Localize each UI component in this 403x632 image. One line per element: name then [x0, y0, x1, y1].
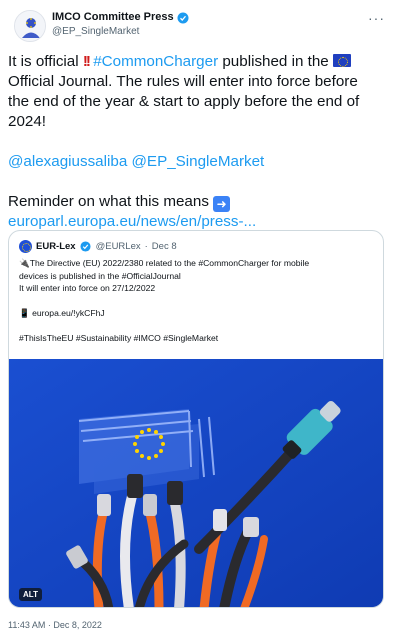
quoted-line3: It will enter into force on 27/12/2022: [19, 283, 156, 293]
author-block: IMCO Committee Press @EP_SingleMarket: [52, 11, 189, 37]
quoted-link[interactable]: europa.eu/!ykCFhJ: [32, 308, 105, 318]
tweet-timestamp[interactable]: 11:43 AM · Dec 8, 2022: [8, 620, 102, 630]
mention-alexagiussaliba[interactable]: @alexagiussaliba: [8, 153, 127, 170]
quoted-tweet[interactable]: EUR-Lex @EURLex · Dec 8 🔌The Directive (…: [8, 230, 384, 608]
plug-icon: 🔌: [19, 258, 30, 268]
tweet-text-line1-post: published in the: [218, 53, 333, 70]
author-name[interactable]: IMCO Committee Press: [52, 11, 174, 23]
reminder-text: Reminder on what this means: [8, 193, 214, 210]
verified-badge-icon: [177, 11, 189, 24]
double-exclamation-icon: !!: [82, 53, 91, 70]
tweet-text-line3: the end of the year & start to apply bef…: [8, 93, 360, 110]
quoted-tweet-header: EUR-Lex @EURLex · Dec 8: [19, 240, 177, 253]
quoted-tweet-text: 🔌The Directive (EU) 2022/2380 related to…: [19, 257, 375, 345]
quoted-verified-badge-icon: [80, 240, 92, 253]
press-link[interactable]: europarl.europa.eu/news/en/press-...: [8, 213, 256, 230]
author-avatar[interactable]: [14, 10, 46, 42]
author-handle[interactable]: @EP_SingleMarket: [52, 26, 189, 37]
eu-flag-icon: [332, 54, 351, 67]
quoted-hashtags[interactable]: #ThisIsTheEU #Sustainability #IMCO #Sing…: [19, 332, 375, 345]
tweet-text-line4: 2024!: [8, 113, 47, 130]
quoted-line2: devices is published in the #OfficialJou…: [19, 270, 181, 281]
tweet-text-line2: Official Journal. The rules will enter i…: [8, 73, 358, 90]
mention-ep-singlemarket[interactable]: @EP_SingleMarket: [132, 153, 265, 170]
alt-badge[interactable]: ALT: [19, 588, 42, 601]
hashtag-commoncharger[interactable]: #CommonCharger: [93, 53, 218, 70]
quoted-date[interactable]: Dec 8: [152, 241, 177, 252]
quoted-author-avatar[interactable]: [19, 240, 32, 253]
more-options-icon[interactable]: ···: [368, 10, 385, 26]
quoted-line1: The Directive (EU) 2022/2380 related to …: [29, 258, 310, 268]
quoted-dot-separator: ·: [144, 241, 148, 252]
tweet-text-line1-pre: It is official: [8, 53, 83, 70]
tweet-text: It is official !! #CommonCharger publish…: [8, 52, 396, 232]
quoted-author-name[interactable]: EUR-Lex: [36, 241, 76, 252]
quoted-tweet-image[interactable]: ALT: [9, 359, 383, 607]
quoted-author-handle[interactable]: @EURLex: [96, 241, 141, 252]
tweet: IMCO Committee Press @EP_SingleMarket ··…: [0, 0, 403, 632]
mobile-phone-icon: 📱: [19, 308, 30, 318]
right-arrow-emoji-icon: ➜: [213, 196, 231, 212]
